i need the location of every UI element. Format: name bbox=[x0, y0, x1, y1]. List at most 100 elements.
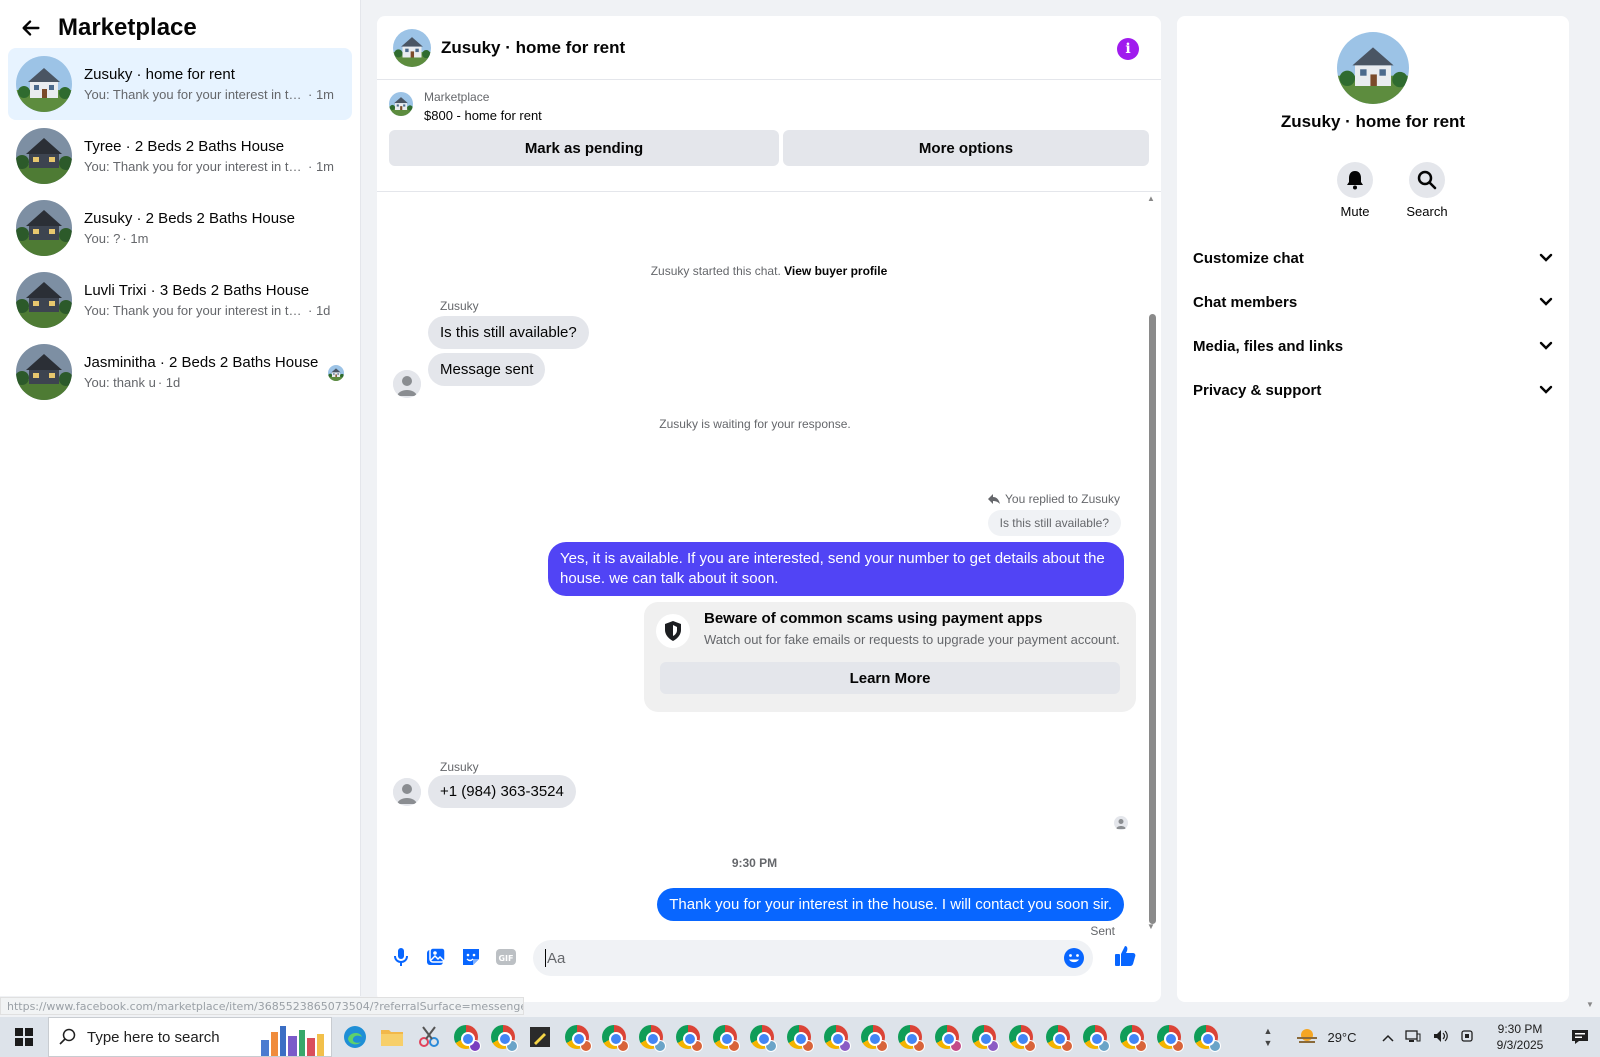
sender-avatar bbox=[393, 370, 421, 398]
chrome-profile-icon[interactable] bbox=[484, 1017, 521, 1057]
message-input-placeholder: Aa bbox=[547, 949, 566, 967]
conversation-avatar bbox=[16, 128, 72, 184]
outgoing-message[interactable]: Yes, it is available. If you are interes… bbox=[548, 542, 1124, 596]
chrome-profile-icon[interactable] bbox=[1002, 1017, 1039, 1057]
conversation-item[interactable]: Jasminitha · 2 Beds 2 Baths House You: t… bbox=[8, 336, 352, 408]
chrome-profile-icon[interactable] bbox=[1150, 1017, 1187, 1057]
bell-icon bbox=[1337, 162, 1373, 198]
sender-name: Zusuky bbox=[440, 760, 479, 774]
read-receipt-avatar bbox=[328, 365, 344, 381]
scam-warning-card: Beware of common scams using payment app… bbox=[644, 602, 1136, 712]
chrome-profile-icon[interactable] bbox=[1113, 1017, 1150, 1057]
chrome-profile-icon[interactable] bbox=[1039, 1017, 1076, 1057]
chrome-profile-icon[interactable] bbox=[595, 1017, 632, 1057]
chevron-up-icon[interactable] bbox=[1382, 1029, 1394, 1045]
conversation-item[interactable]: Zusuky · home for rent You: Thank you fo… bbox=[8, 48, 352, 120]
chrome-profile-icon[interactable] bbox=[1187, 1017, 1224, 1057]
quoted-message[interactable]: Is this still available? bbox=[987, 510, 1121, 536]
scam-warning-description: Watch out for fake emails or requests to… bbox=[704, 632, 1120, 647]
info-icon[interactable]: i bbox=[1117, 38, 1139, 60]
page-scroll-down-icon[interactable]: ▼ bbox=[1586, 1000, 1594, 1009]
conversation-sidebar: Marketplace Zusuky · home for rent You: … bbox=[0, 0, 361, 996]
weather-widget[interactable]: 29°C bbox=[1276, 1027, 1376, 1047]
file-explorer-icon[interactable] bbox=[373, 1017, 410, 1057]
message-list[interactable]: ▲ ▼ Zusuky started this chat. View buyer… bbox=[377, 192, 1161, 938]
incoming-message[interactable]: Message sent bbox=[428, 353, 546, 386]
volume-icon[interactable] bbox=[1433, 1029, 1449, 1046]
conversation-item[interactable]: Zusuky · 2 Beds 2 Baths House You: ? · 1m bbox=[8, 192, 352, 264]
chrome-profile-icon[interactable] bbox=[447, 1017, 484, 1057]
sticky-notes-icon[interactable] bbox=[521, 1017, 558, 1057]
scroll-up-icon[interactable]: ▲ bbox=[1147, 194, 1155, 203]
conversation-avatar bbox=[16, 200, 72, 256]
more-options-button[interactable]: More options bbox=[783, 130, 1149, 166]
emoji-icon[interactable] bbox=[1063, 947, 1085, 973]
chat-started-notice: Zusuky started this chat. View buyer pro… bbox=[377, 264, 1161, 278]
chat-panel: Zusuky · home for rent i Marketplace $80… bbox=[377, 16, 1161, 1002]
search-button[interactable]: Search bbox=[1387, 162, 1467, 219]
taskbar-search-box[interactable]: Type here to search bbox=[48, 1017, 332, 1057]
conversation-item[interactable]: Luvli Trixi · 3 Beds 2 Baths House You: … bbox=[8, 264, 352, 336]
section-label: Media, files and links bbox=[1193, 337, 1344, 355]
customize-chat-section[interactable]: Customize chat bbox=[1193, 242, 1553, 274]
chrome-profile-icon[interactable] bbox=[780, 1017, 817, 1057]
chrome-profile-icon[interactable] bbox=[632, 1017, 669, 1057]
listing-title[interactable]: $800 - home for rent bbox=[424, 108, 542, 123]
chrome-profile-icon[interactable] bbox=[743, 1017, 780, 1057]
microphone-icon[interactable] bbox=[390, 946, 412, 968]
chrome-profile-icon[interactable] bbox=[965, 1017, 1002, 1057]
listing-banner: Marketplace $800 - home for rent Mark as… bbox=[377, 80, 1161, 192]
reply-indicator-text: You replied to Zusuky bbox=[1005, 492, 1120, 506]
message-scrollbar[interactable]: ▲ ▼ bbox=[1147, 194, 1157, 934]
chrome-profile-icon[interactable] bbox=[817, 1017, 854, 1057]
edge-icon[interactable] bbox=[336, 1017, 373, 1057]
reply-icon bbox=[988, 494, 1000, 504]
scrollbar-thumb[interactable] bbox=[1149, 314, 1156, 924]
listing-thumbnail[interactable] bbox=[389, 92, 413, 116]
meet-now-icon[interactable] bbox=[1460, 1029, 1474, 1046]
network-icon[interactable] bbox=[1405, 1029, 1421, 1046]
privacy-support-section[interactable]: Privacy & support bbox=[1193, 374, 1553, 406]
chrome-profile-icon[interactable] bbox=[928, 1017, 965, 1057]
conversation-time: · 1m bbox=[122, 231, 149, 246]
chrome-profile-icon[interactable] bbox=[891, 1017, 928, 1057]
chat-avatar[interactable] bbox=[393, 29, 431, 67]
chrome-profile-icon[interactable] bbox=[558, 1017, 595, 1057]
sticker-icon[interactable] bbox=[460, 946, 482, 968]
message-input[interactable]: Aa bbox=[533, 940, 1093, 976]
chat-title[interactable]: Zusuky · home for rent bbox=[441, 38, 625, 58]
seen-avatar bbox=[1114, 816, 1128, 830]
thumbs-up-icon[interactable] bbox=[1111, 942, 1139, 970]
mute-button[interactable]: Mute bbox=[1315, 162, 1395, 219]
photo-icon[interactable] bbox=[425, 946, 447, 968]
conversation-item[interactable]: Tyree · 2 Beds 2 Baths House You: Thank … bbox=[8, 120, 352, 192]
notification-icon[interactable] bbox=[1560, 1028, 1600, 1046]
taskbar-overflow-icon[interactable]: ▲ ▼ bbox=[1260, 1025, 1276, 1049]
view-buyer-profile-link[interactable]: View buyer profile bbox=[784, 264, 887, 278]
conversation-avatar bbox=[16, 56, 72, 112]
snipping-tool-icon[interactable] bbox=[410, 1017, 447, 1057]
conversation-preview: You: ? bbox=[84, 231, 121, 246]
gif-icon[interactable]: GIF bbox=[495, 946, 517, 968]
incoming-message[interactable]: Is this still available? bbox=[428, 316, 589, 349]
chrome-profile-icon[interactable] bbox=[706, 1017, 743, 1057]
chrome-profile-icon[interactable] bbox=[1076, 1017, 1113, 1057]
section-label: Customize chat bbox=[1193, 249, 1304, 267]
scroll-down-icon[interactable]: ▼ bbox=[1147, 922, 1155, 931]
mark-pending-button[interactable]: Mark as pending bbox=[389, 130, 779, 166]
chrome-profile-icon[interactable] bbox=[669, 1017, 706, 1057]
chrome-profile-icon[interactable] bbox=[854, 1017, 891, 1057]
profile-avatar[interactable] bbox=[1337, 32, 1409, 104]
chat-started-text: Zusuky started this chat. bbox=[650, 264, 781, 278]
media-files-links-section[interactable]: Media, files and links bbox=[1193, 330, 1553, 362]
outgoing-message[interactable]: Thank you for your interest in the house… bbox=[657, 888, 1124, 921]
learn-more-button[interactable]: Learn More bbox=[660, 662, 1120, 694]
taskbar-clock[interactable]: 9:30 PM 9/3/2025 bbox=[1480, 1021, 1560, 1053]
chat-members-section[interactable]: Chat members bbox=[1193, 286, 1553, 318]
incoming-message[interactable]: +1 (984) 363-3524 bbox=[428, 775, 576, 808]
city-skyline-icon bbox=[261, 1026, 324, 1056]
windows-start-icon[interactable] bbox=[0, 1017, 48, 1057]
conversation-name: Zusuky · 2 Beds 2 Baths House bbox=[84, 210, 295, 227]
conversation-time: · 1d bbox=[157, 375, 181, 390]
back-arrow-icon[interactable] bbox=[20, 16, 44, 40]
